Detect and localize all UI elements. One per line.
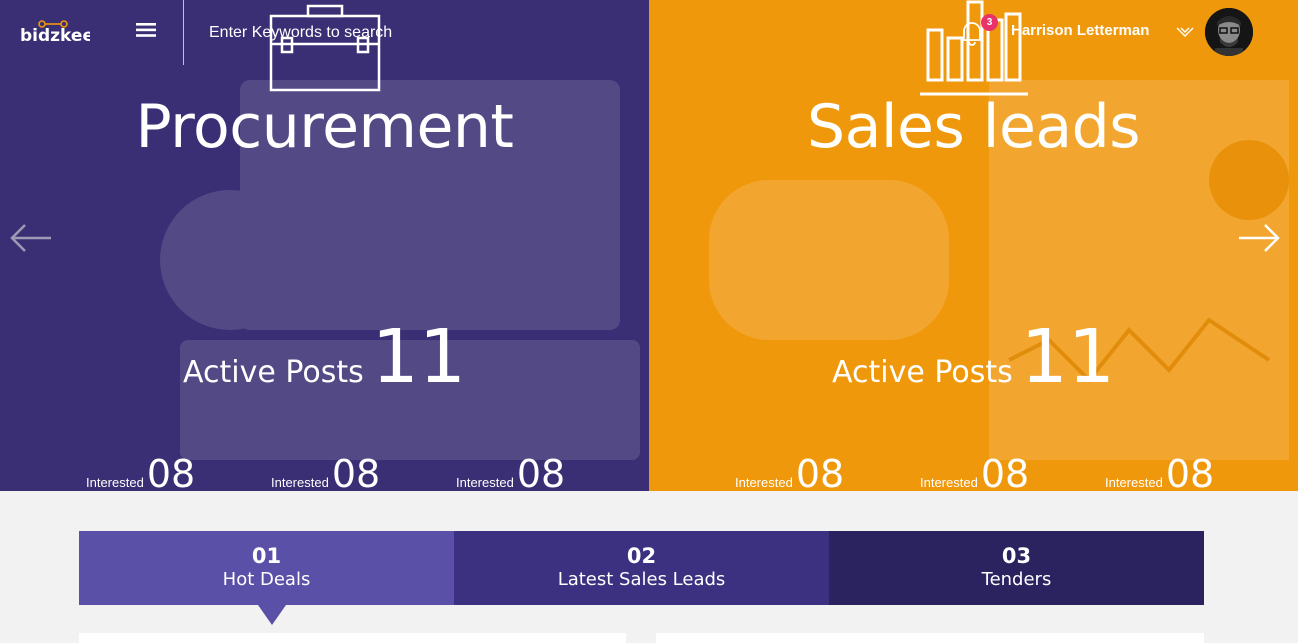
avatar[interactable] [1205,8,1253,56]
tab-number: 03 [1001,544,1032,568]
interest-stats: Interested08 Interested08 Interested08 [86,452,646,491]
tab-number: 02 [626,544,657,568]
stat-value: 08 [331,452,381,491]
hamburger-menu-icon[interactable] [134,20,158,40]
notification-badge[interactable]: 3 [981,14,998,31]
stat-label: Interested [735,475,793,490]
stat-item: Interested08 [920,452,1029,491]
user-avatar-image [1205,8,1253,56]
user-name[interactable]: Harrison Letterman [1011,22,1149,39]
stat-item: Interested08 [271,452,380,491]
search-input[interactable] [200,20,500,46]
next-arrow-icon[interactable] [1237,222,1281,254]
stat-label: Interested [1105,475,1163,490]
tab-label: Tenders [981,569,1052,590]
stat-value: 08 [1165,452,1215,491]
sales-leads-panel[interactable]: Sales leads Active Posts 11 Interested08 … [649,0,1298,491]
tab-tenders[interactable]: 03 Tenders [829,531,1204,605]
stat-label: Interested [920,475,978,490]
tab-label: Latest Sales Leads [557,569,726,590]
stat-label: Interested [456,475,514,490]
chevron-down-icon[interactable] [1176,26,1194,38]
tab-number: 01 [251,544,282,568]
content-tabs: 01 Hot Deals 02 Latest Sales Leads 03 Te… [79,531,1204,605]
active-posts-label: Active Posts [183,355,364,390]
panel-title: Procurement [135,92,514,162]
active-posts-count: 11 [371,314,466,400]
active-posts-count: 11 [1020,314,1115,400]
stat-item: Interested08 [86,452,195,491]
stat-value: 08 [980,452,1030,491]
bidzkee-logo[interactable]: bidzkee [20,20,90,46]
active-tab-pointer [258,605,286,625]
active-posts-label: Active Posts [832,355,1013,390]
stat-label: Interested [86,475,144,490]
stat-value: 08 [795,452,845,491]
stat-value: 08 [146,452,196,491]
previous-arrow-icon[interactable] [9,222,53,254]
svg-text:bidzkee: bidzkee [20,26,90,46]
content-card [656,633,1204,643]
stat-item: Interested08 [735,452,844,491]
interest-stats: Interested08 Interested08 Interested08 [735,452,1295,491]
panel-title: Sales leads [807,92,1140,162]
content-card [79,633,626,643]
topbar-divider [183,0,184,65]
stat-label: Interested [271,475,329,490]
stat-item: Interested08 [1105,452,1214,491]
tab-latest-sales-leads[interactable]: 02 Latest Sales Leads [454,531,829,605]
tab-label: Hot Deals [222,569,311,590]
stat-item: Interested08 [456,452,565,491]
tab-hot-deals[interactable]: 01 Hot Deals [79,531,454,605]
procurement-panel[interactable]: Procurement Active Posts 11 Interested08 … [0,0,649,491]
hero-carousel: Procurement Active Posts 11 Interested08 … [0,0,1298,491]
active-posts: Active Posts 11 [649,314,1298,400]
active-posts: Active Posts 11 [0,314,649,400]
stat-value: 08 [516,452,566,491]
top-navigation-bar: bidzkee 3 Harrison Letterman [0,0,1298,66]
